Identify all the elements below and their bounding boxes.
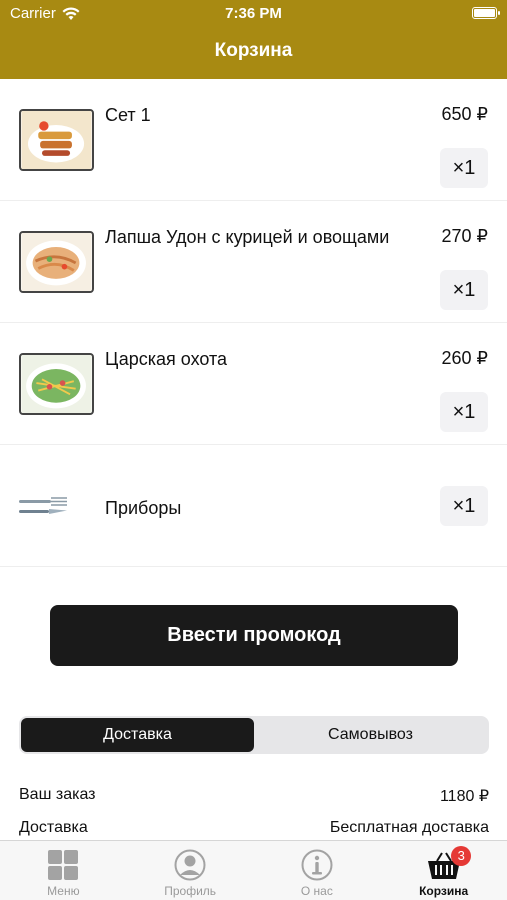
udon-noodles-image bbox=[19, 231, 94, 293]
tab-bar: Меню Профиль О нас 3 Корзина bbox=[0, 840, 507, 900]
item-name: Царская охота bbox=[105, 349, 228, 369]
cart-list: Сет 1 650 ₽ ×1 Лапша Удон с курицей и ов… bbox=[0, 79, 507, 567]
tab-menu[interactable]: Меню bbox=[0, 841, 127, 900]
delivery-option[interactable]: Доставка bbox=[21, 718, 254, 752]
order-value: 1180 ₽ bbox=[439, 788, 489, 805]
delivery-type-toggle: Доставка Самовывоз bbox=[19, 716, 489, 754]
tab-profile[interactable]: Профиль bbox=[127, 841, 254, 900]
item-price: 270 ₽ bbox=[441, 226, 489, 246]
info-icon bbox=[301, 849, 333, 881]
quantity-button[interactable]: ×1 bbox=[440, 148, 488, 188]
battery-icon bbox=[472, 7, 500, 19]
delivery-label: Доставка bbox=[19, 819, 88, 836]
profile-icon bbox=[174, 849, 206, 881]
quantity-button[interactable]: ×1 bbox=[440, 270, 488, 310]
delivery-row: Доставка Бесплатная доставка bbox=[19, 819, 489, 837]
cart-item-cutlery[interactable]: Приборы ×1 bbox=[0, 445, 507, 567]
status-bar: Carrier 7:36 PM bbox=[0, 0, 507, 28]
status-time: 7:36 PM bbox=[225, 5, 282, 22]
quantity-button[interactable]: ×1 bbox=[440, 486, 488, 526]
set-food-image bbox=[19, 109, 94, 171]
grid-icon bbox=[48, 850, 79, 880]
cutlery-image bbox=[19, 495, 69, 519]
tab-label: Корзина bbox=[419, 884, 469, 898]
cart-item[interactable]: Царская охота 260 ₽ ×1 bbox=[0, 323, 507, 445]
header: Carrier 7:36 PM Корзина bbox=[0, 0, 507, 79]
promo-code-button[interactable]: Ввести промокод bbox=[50, 605, 458, 666]
tab-label: О нас bbox=[300, 884, 333, 898]
cart-item[interactable]: Лапша Удон с курицей и овощами 270 ₽ ×1 bbox=[0, 201, 507, 323]
tab-cart[interactable]: 3 Корзина bbox=[380, 841, 507, 900]
item-price: 650 ₽ bbox=[441, 104, 489, 124]
salad-image bbox=[19, 353, 94, 415]
item-name: Приборы bbox=[105, 498, 182, 518]
item-name: Лапша Удон с курицей и овощами bbox=[105, 227, 390, 247]
item-price: 260 ₽ bbox=[441, 348, 489, 368]
order-total-row: Ваш заказ 1180 ₽ bbox=[19, 786, 489, 806]
tab-about[interactable]: О нас bbox=[254, 841, 381, 900]
tab-label: Профиль bbox=[164, 884, 217, 898]
item-name: Сет 1 bbox=[105, 105, 151, 125]
cart-item[interactable]: Сет 1 650 ₽ ×1 bbox=[0, 79, 507, 201]
cart-count-badge: 3 bbox=[451, 846, 472, 866]
order-label: Ваш заказ bbox=[19, 786, 96, 803]
delivery-value: Бесплатная доставка bbox=[329, 819, 489, 836]
page-title: Корзина bbox=[214, 40, 293, 61]
pickup-option[interactable]: Самовывоз bbox=[254, 718, 487, 752]
tab-label: Меню bbox=[47, 884, 80, 898]
quantity-button[interactable]: ×1 bbox=[440, 392, 488, 432]
